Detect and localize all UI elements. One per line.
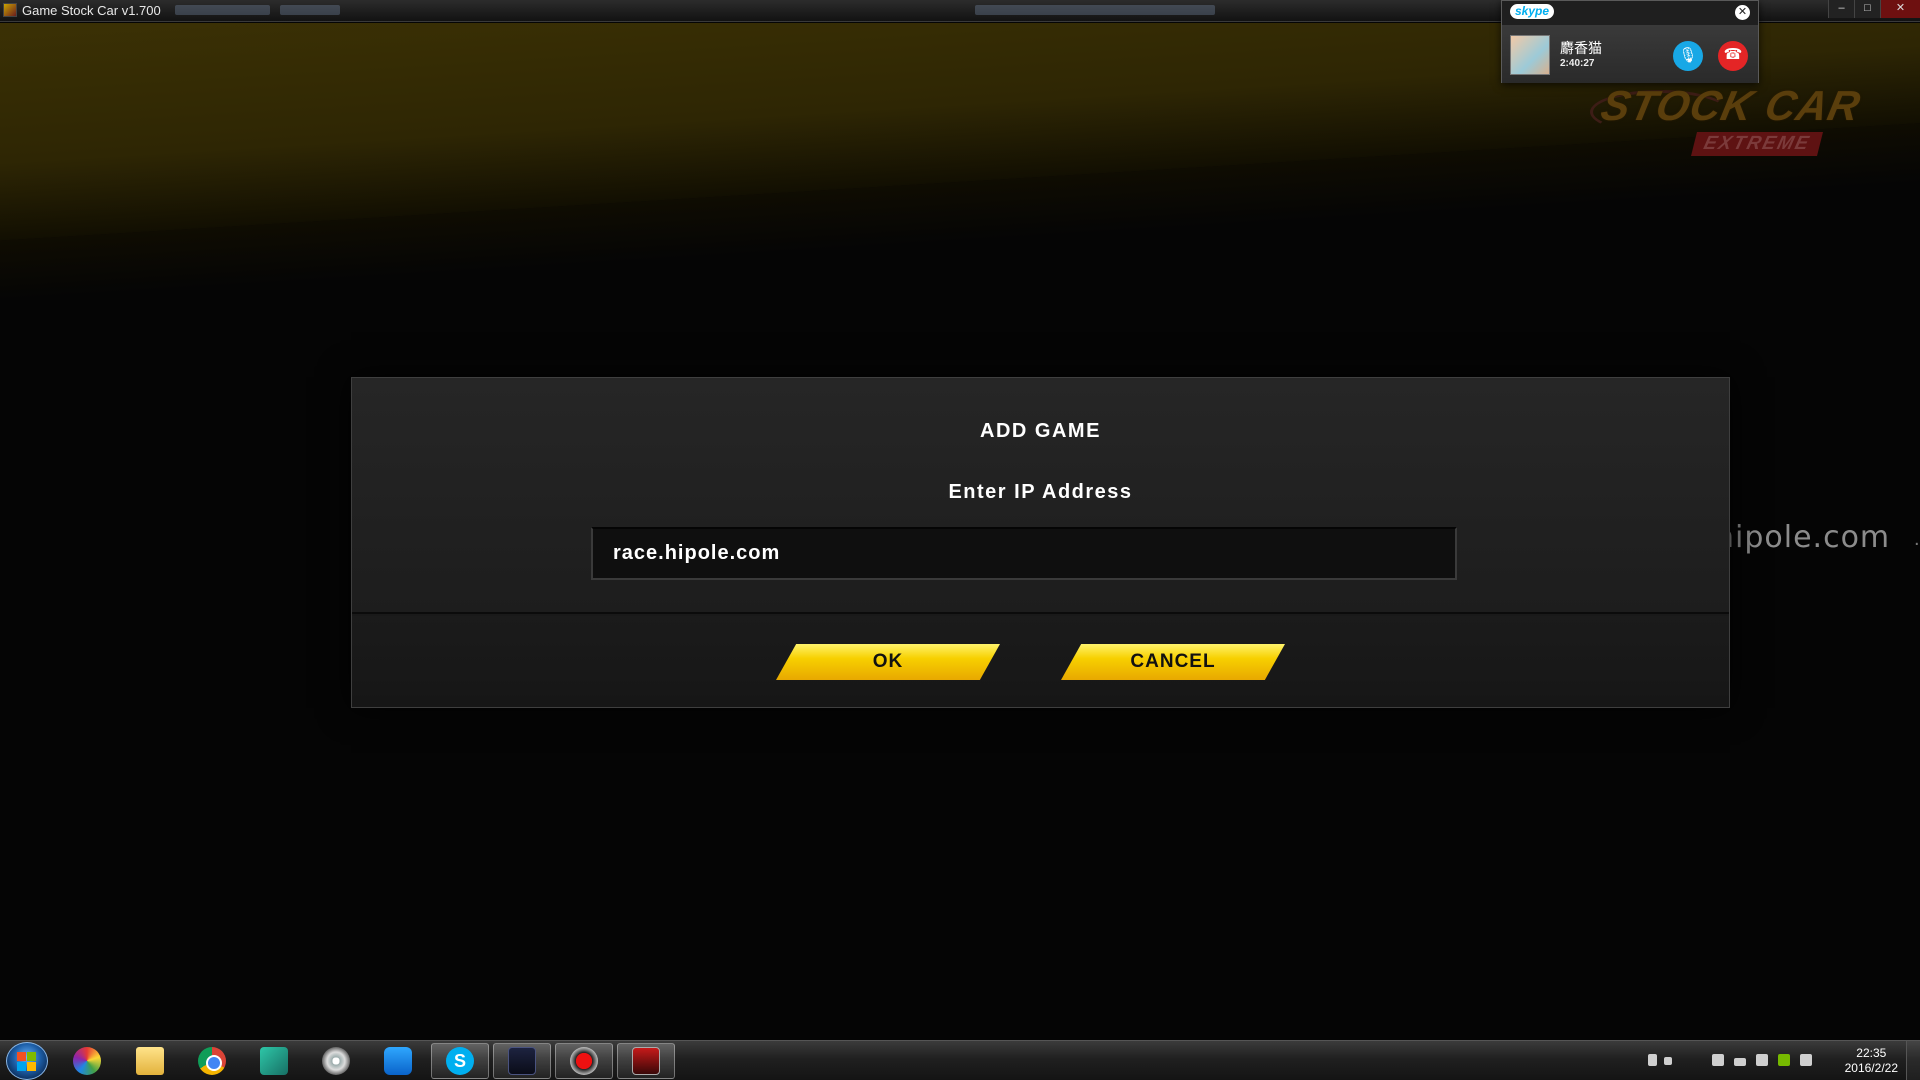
taskbar-item-green-app[interactable]: [245, 1043, 303, 1079]
skype-popup-header: skype ✕: [1502, 1, 1758, 25]
taskbar-item-recorder[interactable]: [555, 1043, 613, 1079]
cancel-button[interactable]: CANCEL: [1061, 644, 1285, 680]
microphone-icon[interactable]: 🎙: [1673, 41, 1703, 71]
ip-address-label: Enter IP Address: [948, 481, 1133, 503]
dialog-button-bar: [352, 616, 1729, 707]
file-explorer-icon: [136, 1047, 164, 1075]
logo-main-text: STOCK CAR: [1597, 82, 1866, 129]
taskbar-item-color-app[interactable]: [58, 1043, 116, 1079]
clock[interactable]: 22:35 2016/2/22: [1845, 1046, 1898, 1076]
taskbar-item-nvidia[interactable]: [493, 1043, 551, 1079]
taskbar-item-skype[interactable]: S: [431, 1043, 489, 1079]
window-title: Game Stock Car v1.700: [22, 3, 161, 18]
clock-time: 22:35: [1856, 1046, 1887, 1060]
stock-car-extreme-logo: STOCK CAR EXTREME: [1590, 82, 1870, 162]
ok-button[interactable]: OK: [776, 644, 1000, 680]
network-share-icon[interactable]: [1648, 1054, 1657, 1066]
titlebar-background-tab: [975, 5, 1215, 15]
green-app-icon: [260, 1047, 288, 1075]
titlebar-background-tab: [280, 5, 340, 15]
add-game-dialog: ADD GAME Enter IP Address OK CANCEL: [351, 377, 1730, 708]
logo-sub-text: EXTREME: [1691, 132, 1823, 156]
titlebar-background-tab: [175, 5, 270, 15]
minimize-button[interactable]: –: [1828, 0, 1854, 18]
show-desktop-button[interactable]: [1906, 1041, 1920, 1080]
signal-icon[interactable]: [1734, 1058, 1746, 1066]
avatar: [1510, 35, 1550, 75]
color-wheel-icon: [73, 1047, 101, 1075]
taskbar-item-media[interactable]: [307, 1043, 365, 1079]
volume-icon[interactable]: [1800, 1054, 1812, 1066]
skype-icon: S: [446, 1047, 474, 1075]
nvidia-app-icon: [508, 1047, 536, 1075]
show-hidden-icons-icon[interactable]: [1664, 1057, 1672, 1065]
window-controls: – □ ✕: [1828, 0, 1920, 18]
dialog-content: ADD GAME Enter IP Address: [352, 378, 1729, 614]
clock-date: 2016/2/22: [1844, 1061, 1898, 1075]
watermark-trailing: .: [1914, 528, 1920, 550]
contact-name: 麝香猫: [1560, 40, 1602, 56]
taskbar-item-blue-app[interactable]: [369, 1043, 427, 1079]
windows-flag-icon[interactable]: [1756, 1054, 1768, 1066]
skype-logo: skype: [1510, 4, 1555, 19]
windows-logo-icon: [17, 1052, 37, 1071]
close-button[interactable]: ✕: [1880, 0, 1920, 18]
watermark: hipole.com: [1715, 520, 1891, 555]
taskbar-item-stock-car[interactable]: [617, 1043, 675, 1079]
system-tray: 22:35 2016/2/22: [1640, 1041, 1920, 1080]
chrome-icon: [198, 1047, 226, 1075]
taskbar: S 22:35 2016/2/22: [0, 1040, 1920, 1080]
screen: Game Stock Car v1.700 – □ ✕ STOCK CAR EX…: [0, 0, 1920, 1080]
hang-up-icon[interactable]: ☎: [1718, 41, 1748, 71]
skype-call-body: 麝香猫 2:40:27 🎙 ☎: [1502, 25, 1758, 83]
app-icon: [3, 3, 17, 17]
skype-close-icon[interactable]: ✕: [1735, 5, 1750, 20]
blue-app-icon: [384, 1047, 412, 1075]
maximize-button[interactable]: □: [1854, 0, 1880, 18]
nvidia-icon[interactable]: [1778, 1054, 1790, 1066]
ip-address-input[interactable]: [591, 527, 1457, 580]
taskbar-item-chrome[interactable]: [183, 1043, 241, 1079]
start-button[interactable]: [6, 1042, 48, 1080]
call-timer: 2:40:27: [1560, 58, 1595, 69]
taskbar-item-explorer[interactable]: [121, 1043, 179, 1079]
clipboard-icon[interactable]: [1712, 1054, 1724, 1066]
stock-car-game-icon: [632, 1047, 660, 1075]
film-reel-icon: [322, 1047, 350, 1075]
skype-call-popup: skype ✕ 麝香猫 2:40:27 🎙 ☎: [1501, 0, 1759, 83]
dialog-title: ADD GAME: [980, 420, 1101, 442]
recorder-icon: [570, 1047, 598, 1075]
